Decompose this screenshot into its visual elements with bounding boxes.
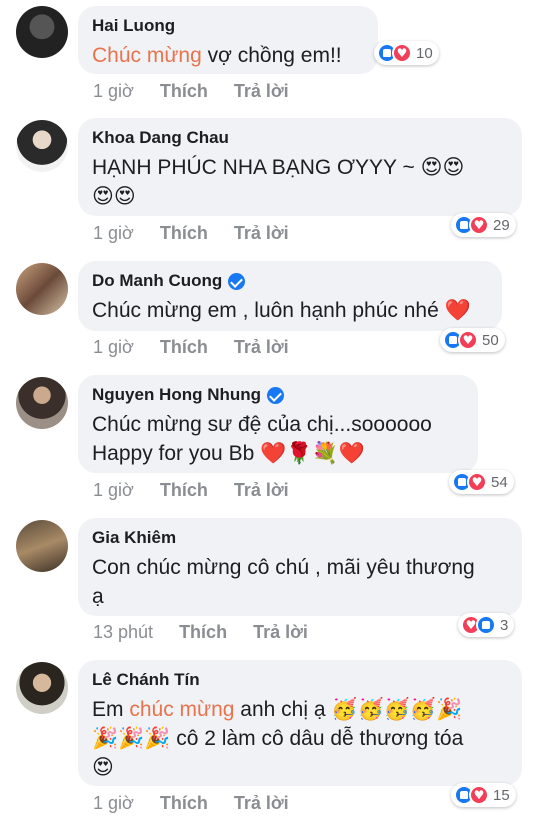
comment-bubble: Gia Khiêm Con chúc mừng cô chú , mãi yêu…	[78, 518, 522, 616]
commenter-name[interactable]: Hai Luong	[92, 15, 364, 37]
reply-button[interactable]: Trả lời	[234, 336, 289, 358]
comment-text: Con chúc mừng cô chú , mãi yêu thương ạ	[92, 556, 475, 608]
commenter-name[interactable]: Do Manh Cuong	[92, 270, 488, 292]
reaction-summary[interactable]: 29	[451, 213, 516, 237]
reaction-summary[interactable]: 3	[458, 613, 515, 637]
hashtag-link[interactable]: chúc mừng	[129, 698, 234, 721]
comment-time[interactable]: 1 giờ	[93, 222, 134, 244]
reaction-count: 50	[482, 331, 499, 349]
reply-button[interactable]: Trả lời	[234, 222, 289, 244]
like-button[interactable]: Thích	[160, 336, 208, 358]
reaction-count: 15	[493, 786, 510, 804]
comment-bubble: Do Manh Cuong Chúc mừng em , luôn hạnh p…	[78, 261, 502, 331]
avatar[interactable]	[16, 263, 68, 315]
comment-text: Chúc mừng vợ chồng em!!	[92, 44, 342, 67]
comment-time[interactable]: 1 giờ	[93, 80, 134, 102]
avatar[interactable]	[16, 377, 68, 429]
love-icon	[392, 43, 412, 63]
comment-time[interactable]: 1 giờ	[93, 479, 134, 501]
comment-actions: 1 giờ Thích Trả lời	[93, 336, 289, 358]
reply-button[interactable]: Trả lời	[234, 479, 289, 501]
verified-badge-icon	[228, 272, 246, 290]
like-button[interactable]: Thích	[160, 479, 208, 501]
hashtag-link[interactable]: Chúc mừng	[92, 44, 202, 67]
reaction-count: 29	[493, 216, 510, 234]
love-icon	[458, 330, 478, 350]
comment-actions: 1 giờ Thích Trả lời	[93, 479, 289, 501]
comment-text: Em chúc mừng anh chị ạ 🥳🥳🥳🥳🎉 🎉🎉🎉 cô 2 là…	[92, 698, 464, 779]
comment-text: HẠNH PHÚC NHA BẠNG ƠYYY ~ 😍😍 😍😍	[92, 156, 465, 208]
avatar[interactable]	[16, 6, 68, 58]
comment-actions: 1 giờ Thích Trả lời	[93, 222, 289, 244]
comment-time[interactable]: 13 phút	[93, 621, 153, 643]
reply-button[interactable]: Trả lời	[234, 80, 289, 102]
like-icon	[476, 615, 496, 635]
comment-actions: 1 giờ Thích Trả lời	[93, 792, 289, 814]
reaction-count: 54	[491, 473, 508, 491]
avatar[interactable]	[16, 120, 68, 172]
comment-time[interactable]: 1 giờ	[93, 792, 134, 814]
avatar[interactable]	[16, 662, 68, 714]
like-button[interactable]: Thích	[160, 222, 208, 244]
like-button[interactable]: Thích	[160, 80, 208, 102]
commenter-name[interactable]: Lê Chánh Tín	[92, 669, 508, 691]
love-icon	[467, 472, 487, 492]
comment-actions: 13 phút Thích Trả lời	[93, 621, 308, 643]
reaction-summary[interactable]: 10	[374, 41, 439, 65]
reaction-count: 10	[416, 44, 433, 62]
comment-bubble: Nguyen Hong Nhung Chúc mừng sư đệ của ch…	[78, 375, 478, 473]
commenter-name[interactable]: Gia Khiêm	[92, 527, 508, 549]
like-button[interactable]: Thích	[160, 792, 208, 814]
comment-bubble: Khoa Dang Chau HẠNH PHÚC NHA BẠNG ƠYYY ~…	[78, 118, 522, 216]
comment-bubble: Lê Chánh Tín Em chúc mừng anh chị ạ 🥳🥳🥳🥳…	[78, 660, 522, 786]
commenter-name[interactable]: Nguyen Hong Nhung	[92, 384, 464, 406]
comment-text: Chúc mừng sư đệ của chị...soooooo Happy …	[92, 413, 432, 465]
verified-badge-icon	[267, 386, 285, 404]
reaction-count: 3	[500, 616, 509, 634]
like-button[interactable]: Thích	[179, 621, 227, 643]
reply-button[interactable]: Trả lời	[234, 792, 289, 814]
love-icon	[469, 215, 489, 235]
comment-bubble: Hai Luong Chúc mừng vợ chồng em!!	[78, 6, 378, 74]
comment-text: Chúc mừng em , luôn hạnh phúc nhé ❤️	[92, 299, 471, 322]
reply-button[interactable]: Trả lời	[253, 621, 308, 643]
reaction-summary[interactable]: 50	[440, 328, 505, 352]
comment-actions: 1 giờ Thích Trả lời	[93, 80, 289, 102]
reaction-summary[interactable]: 15	[451, 783, 516, 807]
reaction-summary[interactable]: 54	[449, 470, 514, 494]
commenter-name[interactable]: Khoa Dang Chau	[92, 127, 508, 149]
avatar[interactable]	[16, 520, 68, 572]
love-icon	[469, 785, 489, 805]
comment-time[interactable]: 1 giờ	[93, 336, 134, 358]
